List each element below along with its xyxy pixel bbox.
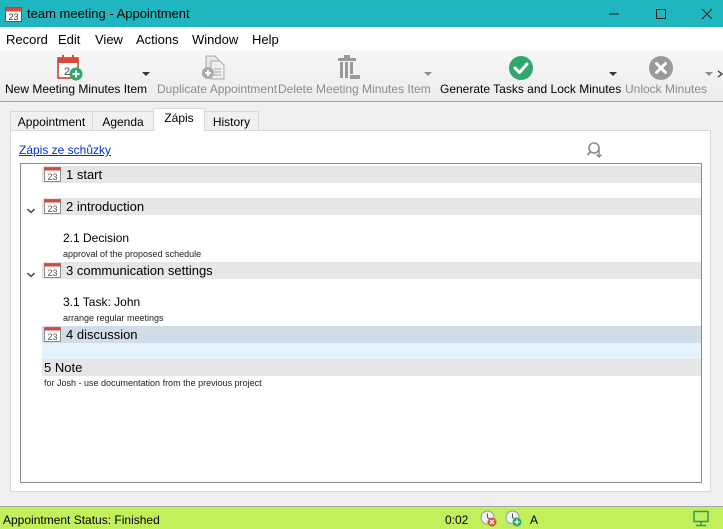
- menu-actions[interactable]: Actions: [136, 32, 179, 47]
- minutes-item-title: 1 start: [66, 167, 103, 182]
- duplicate-appointment-button[interactable]: Duplicate Appointment: [153, 50, 277, 100]
- unlock-minutes-button[interactable]: Unlock Minutes: [620, 50, 707, 100]
- duplicate-icon: [202, 55, 225, 80]
- selection-band: [42, 343, 701, 359]
- menu-bar: Record Edit View Actions Window Help: [0, 27, 723, 50]
- tab-appointment[interactable]: Appointment: [10, 111, 93, 131]
- minutes-item-title: 2 introduction: [66, 199, 145, 214]
- generate-tasks-dropdown-arrow[interactable]: [609, 72, 617, 76]
- timer-readout: 0:02: [445, 513, 469, 527]
- svg-text:23: 23: [47, 332, 57, 342]
- menu-edit[interactable]: Edit: [58, 32, 80, 47]
- unlock-minutes-dropdown-arrow[interactable]: [705, 72, 713, 76]
- delete-item-dropdown-arrow[interactable]: [424, 72, 432, 76]
- close-icon: [701, 8, 713, 19]
- chevron-right-icon[interactable]: [717, 70, 723, 78]
- note-title: 5 Note: [44, 360, 83, 375]
- sub-item-title[interactable]: 2.1 Decision: [63, 231, 129, 245]
- clock-add-icon[interactable]: [505, 510, 522, 527]
- minutes-item-2[interactable]: 23 2 introduction: [42, 198, 701, 215]
- minutes-panel: Zápis ze schůzky 23 1 start 23 2 introdu…: [10, 130, 711, 492]
- minutes-item-title: 4 discussion: [66, 327, 138, 342]
- window-title: team meeting - Appointment: [27, 6, 190, 21]
- svg-text:23: 23: [8, 12, 18, 22]
- sub-item-description: arrange regular meetings: [63, 313, 164, 323]
- maximize-button[interactable]: [638, 0, 684, 27]
- delete-meeting-minutes-item-label: Delete Meeting Minutes Item: [278, 82, 431, 96]
- status-bar: Appointment Status: Finished 0:02 A: [0, 506, 723, 529]
- calendar-icon: 23: [44, 327, 61, 342]
- tab-agenda[interactable]: Agenda: [92, 111, 154, 131]
- calendar-icon: 23: [44, 167, 61, 182]
- sub-item-description: approval of the proposed schedule: [63, 249, 202, 259]
- note-item[interactable]: 5 Note: [42, 359, 701, 376]
- menu-window[interactable]: Window: [192, 32, 238, 47]
- note-description: for Josh - use documentation from the pr…: [44, 378, 262, 388]
- generate-tasks-lock-minutes-label: Generate Tasks and Lock Minutes: [440, 82, 622, 96]
- tab-history[interactable]: History: [204, 111, 259, 131]
- menu-record[interactable]: Record: [6, 32, 48, 47]
- check-circle-icon: [509, 56, 533, 80]
- collapse-chevron-icon[interactable]: [26, 206, 36, 216]
- unlock-minutes-label: Unlock Minutes: [625, 82, 708, 96]
- delete-meeting-minutes-item-button[interactable]: Delete Meeting Minutes Item: [274, 50, 431, 100]
- sub-item-title[interactable]: 3.1 Task: John: [63, 295, 140, 309]
- new-meeting-minutes-item-button[interactable]: 2 New Meeting Minutes Item: [0, 50, 147, 100]
- collapse-chevron-icon[interactable]: [26, 270, 36, 280]
- minimize-icon: [609, 13, 619, 14]
- svg-text:23: 23: [47, 204, 57, 214]
- x-circle-icon: [649, 56, 673, 80]
- calendar-icon: 23: [5, 7, 22, 22]
- svg-text:23: 23: [47, 268, 57, 278]
- appointment-status: Appointment Status: Finished: [3, 513, 160, 527]
- duplicate-appointment-label: Duplicate Appointment: [157, 82, 278, 96]
- title-bar: 23 team meeting - Appointment: [0, 0, 723, 27]
- trash-icon: [338, 55, 360, 79]
- toolbar: 2 New Meeting Minutes Item Duplicate App…: [0, 50, 723, 102]
- new-item-dropdown-arrow[interactable]: [142, 72, 150, 76]
- find-next-icon[interactable]: [586, 141, 604, 159]
- minutes-link[interactable]: Zápis ze schůzky: [19, 143, 111, 157]
- minutes-item-title: 3 communication settings: [66, 263, 213, 278]
- minimize-button[interactable]: [591, 0, 637, 27]
- minutes-list[interactable]: 23 1 start 23 2 introduction 2.1 Decisio…: [20, 163, 702, 483]
- calendar-icon: 23: [44, 199, 61, 214]
- minutes-item-4[interactable]: 23 4 discussion: [42, 326, 701, 343]
- menu-help[interactable]: Help: [252, 32, 279, 47]
- new-meeting-minutes-item-label: New Meeting Minutes Item: [5, 82, 148, 96]
- minutes-item-3[interactable]: 23 3 communication settings: [42, 262, 701, 279]
- menu-view[interactable]: View: [95, 32, 123, 47]
- status-letter: A: [530, 513, 539, 527]
- maximize-icon: [656, 8, 666, 19]
- minutes-item-1[interactable]: 23 1 start: [42, 166, 701, 183]
- calendar-icon: 23: [44, 263, 61, 278]
- svg-text:2: 2: [64, 66, 70, 78]
- network-computer-icon[interactable]: [692, 510, 710, 528]
- close-button[interactable]: [684, 0, 723, 27]
- tab-zapis[interactable]: Zápis: [153, 108, 205, 131]
- clock-remove-icon[interactable]: [480, 510, 497, 527]
- generate-tasks-lock-minutes-button[interactable]: Generate Tasks and Lock Minutes: [436, 50, 621, 100]
- calendar-add-icon: 2: [57, 55, 83, 81]
- svg-text:23: 23: [47, 172, 57, 182]
